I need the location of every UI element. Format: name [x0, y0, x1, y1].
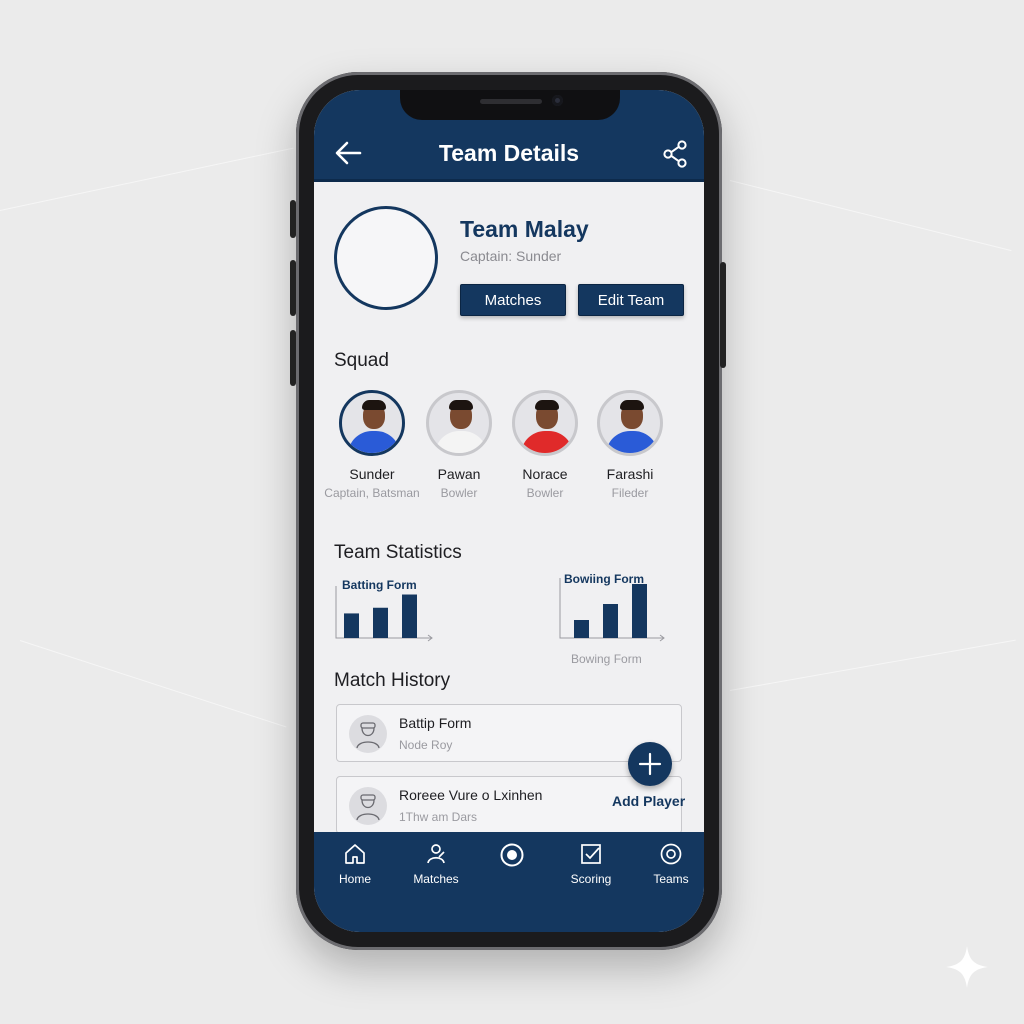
content-area[interactable]: Team Malay Captain: Sunder Matches Edit … — [314, 182, 704, 832]
page-title: Team Details — [438, 140, 580, 166]
nav-label-teams: Teams — [653, 872, 689, 886]
match-title: Battip Form — [399, 715, 472, 731]
nav-item-teams[interactable]: Teams — [636, 842, 704, 886]
matches-button[interactable]: Matches — [460, 284, 566, 316]
phone-screen: Team Details Team Malay Captain: Sunder … — [314, 90, 704, 932]
user-icon — [356, 722, 380, 749]
team-name: Team Malay — [460, 216, 589, 242]
player-role: Bowler — [440, 486, 478, 500]
nav-label-matches: Matches — [413, 872, 459, 886]
batting-form-chart — [335, 586, 433, 642]
teams-icon — [660, 843, 682, 865]
notch — [400, 90, 620, 120]
team-logo — [334, 206, 438, 310]
user-icon — [356, 794, 380, 821]
chart-bar — [344, 613, 359, 638]
chart-bar — [373, 607, 388, 638]
nav-item-home[interactable]: Home — [320, 842, 390, 886]
chart-bar — [632, 584, 647, 638]
add-player-label[interactable]: Add Player — [612, 793, 685, 809]
chart-bar — [574, 620, 589, 638]
squad-title: Squad — [334, 350, 389, 371]
chart-bar — [402, 594, 417, 638]
nav-label-home: Home — [338, 872, 371, 886]
front-camera — [552, 95, 563, 106]
match-subtitle: Node Roy — [399, 738, 453, 752]
nav-item-record[interactable] — [477, 842, 547, 874]
player-hair — [620, 400, 644, 410]
plus-icon — [638, 752, 662, 776]
add-player-button[interactable] — [628, 742, 672, 786]
player-role: Captain, Batsman — [324, 486, 420, 500]
player-name: Farashi — [606, 466, 654, 482]
team-statistics-title: Team Statistics — [334, 542, 462, 563]
player-shirt — [435, 431, 487, 453]
bottom-nav: Home Matches Scoring Teams — [314, 832, 704, 932]
speaker — [480, 99, 542, 104]
matches-icon — [427, 844, 445, 864]
bowling-form-chart — [559, 578, 665, 642]
team-captain: Captain: Sunder — [460, 248, 562, 264]
match-title: Roreee Vure o Lxinhen — [399, 787, 543, 803]
nav-item-matches[interactable]: Matches — [401, 842, 471, 886]
player-shirt — [606, 431, 658, 453]
player-hair — [449, 400, 473, 410]
side-button-volume-up — [290, 260, 296, 316]
scoring-icon — [581, 844, 601, 864]
player-role: Fileder — [611, 486, 649, 500]
home-icon — [345, 844, 365, 864]
edit-team-button[interactable]: Edit Team — [578, 284, 684, 316]
player-name: Sunder — [349, 466, 395, 482]
player-card[interactable]: Pawan Bowler — [409, 390, 509, 500]
side-button-mute — [290, 200, 296, 238]
match-avatar — [349, 715, 387, 753]
match-subtitle: 1Thw am Dars — [399, 810, 478, 824]
share-icon[interactable] — [662, 140, 688, 168]
player-card[interactable]: Farashi Fileder — [580, 390, 680, 500]
nav-label-scoring: Scoring — [570, 872, 612, 886]
side-button-volume-down — [290, 330, 296, 386]
player-avatar — [426, 390, 492, 456]
player-name: Pawan — [437, 466, 481, 482]
record-icon — [500, 843, 524, 867]
match-history-title: Match History — [334, 670, 451, 691]
player-avatar — [597, 390, 663, 456]
bowling-chart-xlabel: Bowing Form — [571, 652, 642, 666]
nav-item-scoring[interactable]: Scoring — [556, 842, 626, 886]
match-avatar — [349, 787, 387, 825]
player-avatar — [339, 390, 405, 456]
sparkle-icon — [946, 946, 988, 988]
player-hair — [535, 400, 559, 410]
phone-frame: Team Details Team Malay Captain: Sunder … — [290, 72, 726, 950]
player-avatar — [512, 390, 578, 456]
player-hair — [362, 400, 386, 410]
player-shirt — [348, 431, 400, 453]
player-card[interactable]: Sunder Captain, Batsman — [322, 390, 422, 500]
side-button-power — [720, 262, 726, 368]
chart-bar — [603, 604, 618, 638]
player-shirt — [521, 431, 573, 453]
